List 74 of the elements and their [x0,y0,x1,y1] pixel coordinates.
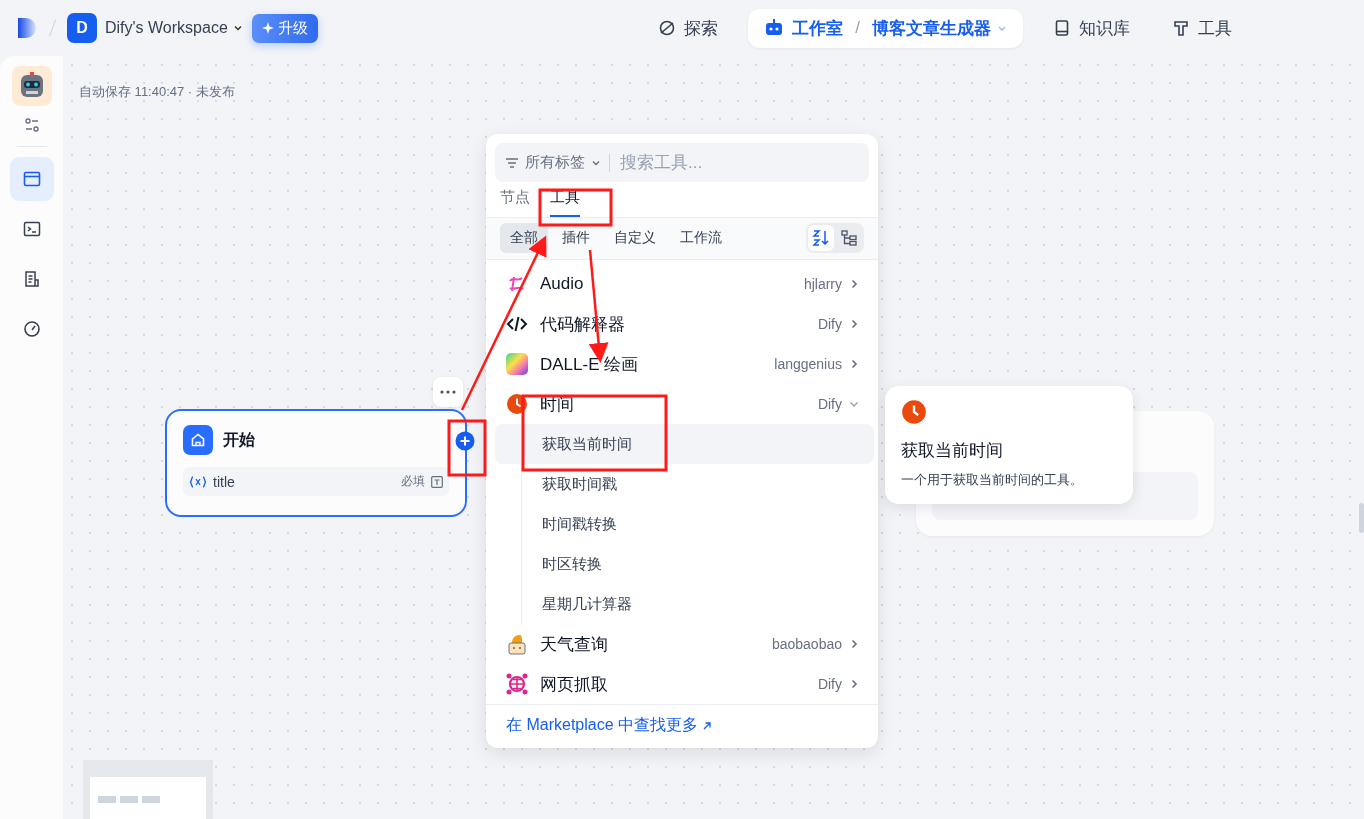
terminal-icon [22,220,41,238]
more-icon [440,390,456,394]
book-icon [1053,19,1071,37]
external-link-icon [702,720,713,731]
sort-view-button[interactable] [808,225,834,251]
sidebar-item[interactable] [9,157,54,201]
tool-name: 网页抓取 [540,673,609,696]
app-selector[interactable]: 博客文章生成器 [872,16,1007,40]
document-icon [22,270,41,288]
tool-provider-row[interactable]: Audio hjlarry [490,264,874,304]
category-tab[interactable]: 自定义 [604,223,666,253]
tab[interactable]: 节点 [500,188,530,217]
marketplace-link[interactable]: 在 Marketplace 中查找更多 [506,715,713,736]
nav-tab[interactable]: 探索 [646,8,731,48]
tool-item[interactable]: 获取时间戳 [495,464,874,504]
tag-filter[interactable]: 所有标签 [505,153,601,172]
node-title: 开始 [223,429,255,450]
tool-name: 天气查询 [540,633,609,656]
clock-icon [901,399,927,425]
tool-item[interactable]: 获取当前时间 [495,424,874,464]
category-tab[interactable]: 插件 [552,223,600,253]
provider-name: hjlarry [803,276,842,292]
tool-item[interactable]: 星期几计算器 [495,584,874,624]
hammer-icon [1172,19,1190,37]
provider-name: Dify [817,396,842,412]
logo-icon[interactable] [16,16,38,40]
variable-name: title [213,473,236,490]
gauge-icon [22,320,41,338]
workspace-selector[interactable]: Dify's Workspace [105,19,244,37]
text-type-icon [431,475,443,488]
nav-tab[interactable]: 工具 [1160,8,1244,48]
tooltip-description: 一个用于获取当前时间的工具。 [901,471,1083,489]
clock-icon [506,393,528,415]
provider-name: Dify [817,676,842,692]
tool-provider-row[interactable]: 时间 Dify [490,384,874,424]
tool-name: 时间 [540,393,575,416]
breadcrumb-separator: / [855,18,860,38]
provider-name: baobaobao [771,636,842,652]
provider-name: Dify [817,316,842,332]
mascot-icon [506,633,528,655]
robot-avatar-icon[interactable] [11,66,52,106]
home-icon [183,425,213,455]
variable-icon [189,475,207,488]
compass-icon [658,19,677,37]
robot-icon [764,19,785,37]
gradient-square-icon [506,353,528,375]
tool-provider-row[interactable]: 网页抓取 Dify [490,664,874,704]
tree-icon [841,230,857,246]
nav-tab[interactable]: 知识库 [1041,8,1142,48]
globe-icon [506,673,528,695]
scrollbar[interactable] [1359,503,1364,533]
tool-item[interactable]: 时间戳转换 [495,504,874,544]
sparkle-icon [261,22,274,34]
tool-name: DALL-E 绘画 [540,353,640,376]
category-tab[interactable]: 工作流 [670,223,732,253]
tool-provider-row[interactable]: 天气查询 baobaobao [490,624,874,664]
provider-name: langgenius [774,356,842,372]
tooltip-title: 获取当前时间 [901,440,1003,462]
required-label: 必填 [401,473,425,490]
window-icon [22,170,41,188]
workspace-avatar: D [67,13,97,43]
nav-tab[interactable]: 工作室 [792,16,844,40]
upgrade-button[interactable]: 升级 [251,13,318,43]
annotation-highlight-box [447,419,487,477]
settings-icon[interactable] [22,116,41,134]
tool-name: Audio [540,274,585,294]
tool-item[interactable]: 时区转换 [495,544,874,584]
add-node-handle[interactable] [455,431,475,451]
search-field[interactable]: 所有标签 搜索工具... [495,143,869,182]
sort-icon [812,230,830,246]
autosave-status: 自动保存 11:40:47 · 未发布 [79,83,235,101]
start-node[interactable]: 开始 title 必填 [165,409,467,517]
tool-provider-row[interactable]: DALL-E 绘画 langgenius [490,344,874,384]
filter-icon [505,156,519,169]
